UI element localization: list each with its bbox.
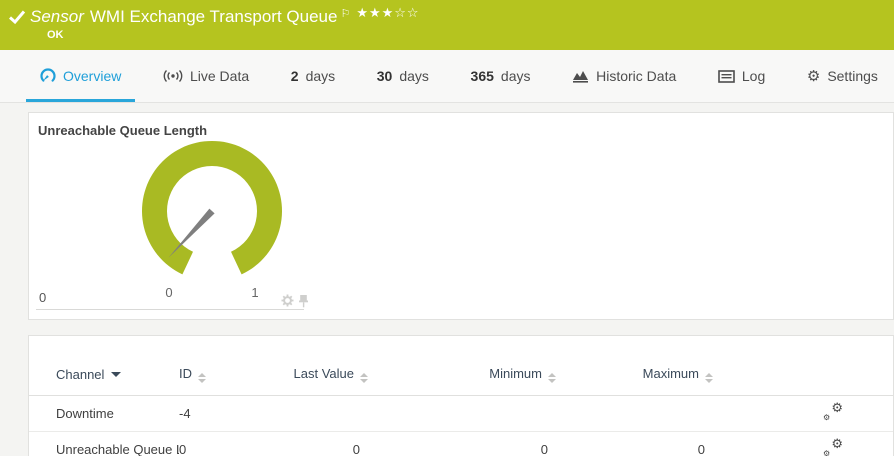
channel-table: Channel ID Last Value Minimum Maximum — [29, 336, 894, 456]
tab-log[interactable]: Log — [704, 50, 779, 102]
gauge-panel: Unreachable Queue Length 0 1 0 — [28, 112, 894, 320]
channel-settings-gears-icon[interactable]: ⚙ ⚙ — [823, 404, 843, 420]
channel-table-panel: Channel ID Last Value Minimum Maximum — [28, 335, 894, 456]
broadcast-icon — [163, 69, 183, 83]
gauge-scale-max: 1 — [251, 285, 258, 300]
column-header-last-value-label: Last Value — [294, 366, 354, 381]
gauge-footer-divider — [36, 309, 304, 310]
channel-name[interactable]: Downtime — [29, 396, 179, 432]
unreachable-queue-length-gauge: 0 1 — [112, 136, 312, 304]
gauge-arc — [142, 141, 282, 274]
column-header-minimum-label: Minimum — [489, 366, 542, 381]
channel-minimum: 0 — [374, 432, 562, 456]
channel-last-value: 0 — [274, 432, 374, 456]
tab-30-days-number: 30 — [377, 68, 393, 84]
object-kind-label: Sensor — [30, 7, 84, 27]
tab-30-days[interactable]: 30 days — [363, 50, 443, 102]
channel-last-value — [274, 396, 374, 432]
tab-live-data-label: Live Data — [190, 68, 249, 84]
column-header-channel[interactable]: Channel — [29, 336, 179, 396]
page-title: WMI Exchange Transport Queue — [90, 7, 338, 27]
tab-365-days-number: 365 — [471, 68, 494, 84]
column-header-id[interactable]: ID — [179, 336, 274, 396]
tab-2-days-label: days — [306, 68, 336, 84]
sort-icon — [548, 373, 556, 383]
tab-overview[interactable]: Overview — [26, 50, 135, 102]
tab-2-days[interactable]: 2 days — [277, 50, 349, 102]
tab-30-days-label: days — [399, 68, 429, 84]
tab-overview-label: Overview — [63, 68, 121, 84]
sensor-status-header: Sensor WMI Exchange Transport Queue ⚐ ★★… — [0, 0, 894, 50]
gauge-icon — [40, 68, 56, 84]
log-list-icon — [718, 70, 735, 83]
channel-maximum: 0 — [562, 432, 719, 456]
priority-stars[interactable]: ★★★☆☆ — [356, 5, 419, 21]
tab-settings-label: Settings — [827, 68, 878, 84]
tab-live-data[interactable]: Live Data — [149, 50, 263, 102]
channel-minimum — [374, 396, 562, 432]
tab-bar: Overview Live Data 2 days 30 days 365 da… — [0, 50, 894, 103]
stars-empty[interactable]: ☆☆ — [394, 5, 419, 20]
channel-name[interactable]: Unreachable Queue Len... — [29, 432, 179, 456]
tab-365-days[interactable]: 365 days — [457, 50, 545, 102]
sort-icon — [360, 373, 368, 383]
stars-filled[interactable]: ★★★ — [356, 5, 394, 20]
status-ok-checkmark-icon — [8, 8, 26, 26]
gear-icon: ⚙ — [807, 69, 820, 84]
tab-log-label: Log — [742, 68, 765, 84]
table-row-unreachable-queue-length[interactable]: Unreachable Queue Len... 0 0 0 0 ⚙ ⚙ — [29, 432, 894, 456]
column-header-maximum[interactable]: Maximum — [562, 336, 719, 396]
channel-id: 0 — [179, 432, 274, 456]
column-header-maximum-label: Maximum — [643, 366, 699, 381]
channel-settings-gears-icon[interactable]: ⚙ ⚙ — [823, 440, 843, 456]
channel-maximum — [562, 396, 719, 432]
tab-365-days-label: days — [501, 68, 531, 84]
channel-id: -4 — [179, 396, 274, 432]
sort-desc-icon — [111, 372, 121, 377]
gauge-axis-zero-label: 0 — [39, 290, 46, 305]
tab-historic-data-label: Historic Data — [596, 68, 676, 84]
pin-icon[interactable] — [298, 294, 309, 308]
sort-icon — [705, 373, 713, 383]
table-row-downtime[interactable]: Downtime -4 ⚙ ⚙ — [29, 396, 894, 432]
column-header-last-value[interactable]: Last Value — [274, 336, 374, 396]
tab-settings[interactable]: ⚙ Settings — [793, 50, 892, 102]
column-header-id-label: ID — [179, 366, 192, 381]
tab-2-days-number: 2 — [291, 68, 299, 84]
sort-icon — [198, 373, 206, 383]
tab-historic-data[interactable]: Historic Data — [558, 50, 690, 102]
widget-gear-icon[interactable] — [281, 294, 294, 307]
gauge-needle — [168, 209, 214, 258]
gauge-scale-min: 0 — [165, 285, 172, 300]
area-chart-icon — [572, 69, 589, 83]
column-header-channel-label: Channel — [56, 367, 104, 382]
column-header-minimum[interactable]: Minimum — [374, 336, 562, 396]
flag-icon[interactable]: ⚐ — [340, 7, 350, 20]
column-header-actions — [719, 336, 894, 396]
status-badge: OK — [47, 29, 64, 41]
